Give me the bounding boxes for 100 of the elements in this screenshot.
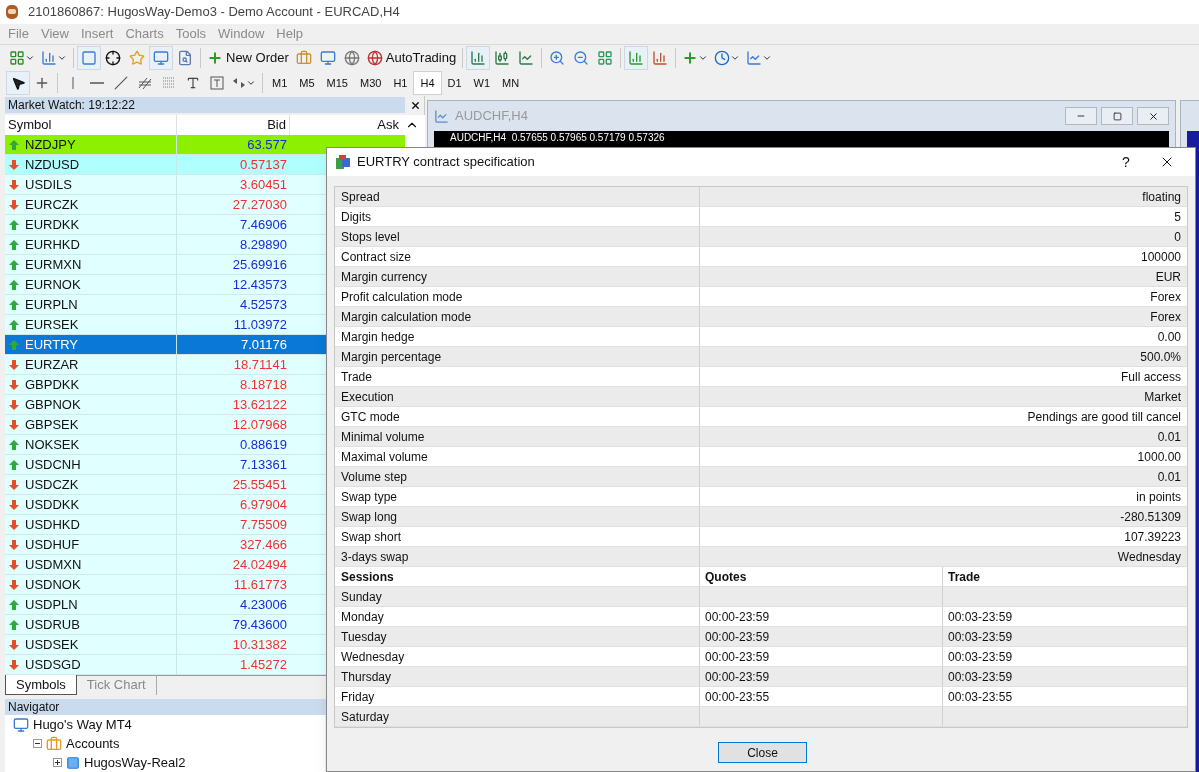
property-value: 0.00 (1156, 328, 1182, 346)
tree-item[interactable]: HugosWay-Real2 (84, 752, 186, 772)
bid-cell-text: 7.75509 (239, 515, 288, 534)
tree-item[interactable]: Hugo's Way MT4 (33, 714, 132, 735)
symbol-cell-text: USDHUF (25, 535, 80, 554)
chart-icon (434, 108, 449, 124)
symbol-cell-text: USDRUB (25, 615, 80, 634)
market-row[interactable]: NZDJPY 63.577 (5, 135, 405, 155)
favorites-icon (129, 49, 145, 66)
bid-cell-text: 24.02494 (231, 555, 288, 574)
close-icon[interactable] (410, 99, 421, 111)
trade-cell: 00:03-23:59 (948, 649, 1013, 664)
bid-cell-text: 7.01176 (239, 335, 288, 354)
property-value: EUR (1154, 268, 1182, 286)
crosshair-icon (34, 75, 50, 91)
panel-title: Market Watch: 19:12:22 (7, 97, 135, 114)
bid-cell-text: 1.45272 (239, 655, 288, 674)
terminal-button[interactable] (149, 45, 173, 70)
bid-cell-text: 63.577 (246, 135, 288, 154)
cursor-button[interactable] (6, 71, 30, 95)
help-button[interactable]: ? (1111, 151, 1141, 173)
bid-cell-text: 8.29890 (239, 235, 288, 254)
timeframe-button[interactable]: M1 (266, 71, 294, 95)
property-value: 500.0% (1139, 348, 1182, 366)
property-name: 3-days swap (335, 547, 700, 566)
property-name: Trade (335, 367, 700, 386)
property-name: Margin calculation mode (335, 307, 700, 326)
column-header: Trade (947, 568, 981, 586)
symbol-cell-text: USDDKK (25, 495, 80, 514)
property-name: Swap type (335, 487, 700, 506)
property-value: Pendings are good till cancel (1026, 408, 1182, 426)
property-name: Swap long (335, 507, 700, 526)
quotes-cell-text: 00:00-23:59 (705, 628, 770, 646)
close-button[interactable]: Close (718, 742, 807, 763)
line-chart-icon (518, 49, 535, 66)
minimize-button[interactable] (1065, 107, 1097, 125)
symbol-cell-text: GBPSEK (25, 415, 79, 434)
timeframe-button[interactable]: H1 (387, 71, 414, 95)
property-name: Margin currency (335, 267, 700, 286)
property-name: Profit calculation mode (335, 287, 700, 306)
property-value: Market (1143, 388, 1182, 406)
column-header: Sessions (335, 567, 700, 586)
session-day: Saturday (335, 707, 700, 726)
symbol-cell-text: EURHKD (25, 235, 80, 254)
trendline-icon (114, 76, 128, 90)
timeframe-button[interactable]: W1 (467, 71, 497, 95)
timeframe-button[interactable]: M5 (293, 71, 321, 95)
bid-cell-text: 12.07968 (231, 415, 288, 434)
symbol-cell-text: NOKSEK (25, 435, 80, 454)
column-header: Quotes (700, 567, 943, 586)
trade-cell: 00:03-23:59 (948, 669, 1013, 684)
property-value: floating (1141, 188, 1182, 206)
chart-shift-button[interactable] (624, 45, 649, 70)
session-day: Sunday (335, 587, 700, 606)
column-header[interactable]: Ask (290, 115, 402, 135)
bar-chart-icon (470, 49, 487, 66)
quotes-cell-text: 00:00-23:55 (705, 688, 770, 706)
trade-cell: 00:03-23:55 (948, 689, 1013, 704)
panel-tab[interactable]: Symbols (5, 675, 77, 695)
new-order-button[interactable]: New Order (204, 45, 292, 70)
maximize-button[interactable] (1101, 107, 1133, 125)
timeframe-button[interactable]: M15 (320, 71, 354, 95)
property-value: Forex (1149, 288, 1182, 306)
symbol-cell-text: USDCNH (25, 455, 81, 474)
bid-cell-text: 27.27030 (231, 195, 288, 214)
bid-cell-text: 4.23006 (239, 595, 288, 614)
clock-icon (714, 49, 731, 66)
zoom-out-icon (573, 49, 590, 66)
text-icon (186, 76, 200, 90)
fibonacci-icon (161, 76, 177, 90)
timeframe-button[interactable]: MN (496, 71, 526, 95)
panel-title: Navigator (7, 699, 60, 716)
bid-cell-text: 7.13361 (239, 455, 288, 474)
symbol-cell-text: USDSEK (25, 635, 79, 654)
bar-chart-button[interactable] (466, 45, 491, 70)
symbol-cell-text: EURZAR (25, 355, 79, 374)
collapse-icon[interactable] (33, 739, 42, 748)
autotrading-button[interactable]: AutoTrading (363, 45, 460, 70)
symbol-cell-text: EURMXN (25, 255, 82, 274)
bid-cell-text: 11.03972 (232, 315, 288, 334)
timeframe-button[interactable]: H4 (413, 71, 442, 95)
symbol-cell-text: EURPLN (25, 295, 78, 314)
symbol-cell-text: USDMXN (25, 555, 82, 574)
cursor-icon (10, 75, 26, 91)
session-day: Friday (335, 687, 700, 706)
candlestick-icon (494, 49, 511, 66)
symbol-cell-text: USDILS (25, 175, 72, 194)
timeframe-button[interactable]: D1 (441, 71, 468, 95)
timeframe-button[interactable]: M30 (353, 71, 388, 95)
property-value: 1000.00 (1136, 448, 1182, 466)
tree-item[interactable]: Accounts (66, 733, 120, 754)
expand-icon[interactable] (53, 758, 62, 767)
property-name: Maximal volume (335, 447, 700, 466)
zoom-in-icon (549, 49, 566, 66)
bid-cell-text: 12.43573 (231, 275, 288, 294)
symbol-cell-text: NZDUSD (25, 155, 80, 174)
bid-cell-text: 11.61773 (232, 575, 288, 594)
horizontal-line-icon (90, 82, 104, 84)
property-value: Wednesday (1116, 548, 1182, 566)
property-name: Digits (335, 207, 700, 226)
